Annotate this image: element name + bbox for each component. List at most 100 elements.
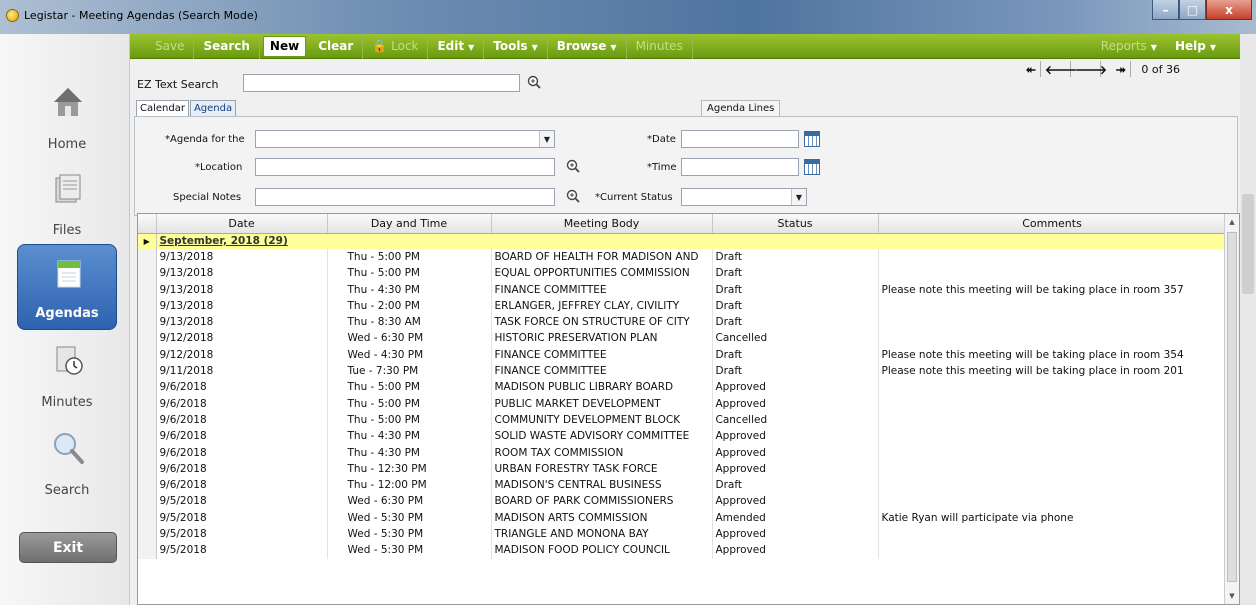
row-selector[interactable] xyxy=(138,281,157,299)
table-row[interactable]: 9/6/2018 Thu - 5:00 PM PUBLIC MARKET DEVEL… xyxy=(138,395,1227,413)
row-selector[interactable] xyxy=(138,526,157,543)
zoom-icon[interactable] xyxy=(566,189,580,203)
exit-button[interactable]: Exit xyxy=(19,532,117,563)
row-selector[interactable] xyxy=(138,314,157,331)
window-scrollbar[interactable] xyxy=(1240,34,1256,605)
browse-menu[interactable]: Browse ▼ xyxy=(548,33,627,59)
last-record-icon[interactable]: ⯮ xyxy=(1111,61,1132,77)
save-button[interactable]: Save xyxy=(146,33,195,59)
nav-agendas[interactable]: Agendas xyxy=(17,244,117,330)
table-row[interactable]: 9/13/2018 Thu - 5:00 PM BOARD OF HEALTH FO… xyxy=(138,249,1227,266)
scroll-up-icon[interactable]: ▲ xyxy=(1225,214,1239,230)
row-selector[interactable] xyxy=(138,542,157,559)
row-selector[interactable] xyxy=(138,363,157,380)
zoom-icon[interactable] xyxy=(527,75,541,89)
row-selector[interactable] xyxy=(138,477,157,494)
ez-search-input[interactable] xyxy=(243,74,520,92)
help-menu[interactable]: Help ▼ xyxy=(1166,34,1240,59)
reports-menu[interactable]: Reports ▼ xyxy=(1092,34,1166,59)
scroll-down-icon[interactable]: ▼ xyxy=(1225,588,1239,604)
row-selector[interactable] xyxy=(138,493,157,511)
row-selector[interactable] xyxy=(138,330,157,348)
chevron-down-icon[interactable]: ▼ xyxy=(539,131,554,147)
grid-scrollbar[interactable]: ▲ ▼ xyxy=(1224,214,1239,604)
table-row[interactable]: 9/6/2018 Thu - 5:00 PM MADISON PUBLIC LIBR… xyxy=(138,379,1227,396)
group-row[interactable]: ▶ September, 2018 (29) xyxy=(138,233,1227,250)
row-selector[interactable] xyxy=(138,510,157,527)
minimize-button[interactable]: – xyxy=(1152,0,1179,20)
clock-icon[interactable] xyxy=(804,159,820,175)
nav-minutes-label: Minutes xyxy=(41,395,93,410)
nav-files[interactable]: Files xyxy=(17,160,117,246)
column-header-meeting-body[interactable]: Meeting Body xyxy=(491,214,713,234)
table-row[interactable]: 9/11/2018 Tue - 7:30 PM FINANCE COMMITTEE D… xyxy=(138,363,1227,380)
row-selector[interactable] xyxy=(138,265,157,282)
group-label[interactable]: September, 2018 (29) xyxy=(156,233,1227,250)
cell-meeting-body: ROOM TAX COMMISSION xyxy=(491,444,713,462)
title-bar: Legistar - Meeting Agendas (Search Mode)… xyxy=(0,0,1256,34)
table-row[interactable]: 9/5/2018 Wed - 5:30 PM MADISON ARTS COMMIS… xyxy=(138,510,1227,527)
search-button[interactable]: Search xyxy=(194,33,260,59)
edit-menu[interactable]: Edit ▼ xyxy=(428,33,485,59)
table-row[interactable]: 9/13/2018 Thu - 5:00 PM EQUAL OPPORTUNITIE… xyxy=(138,265,1227,282)
table-row[interactable]: 9/13/2018 Thu - 2:00 PM ERLANGER, JEFFREY … xyxy=(138,298,1227,315)
table-row[interactable]: 9/6/2018 Thu - 5:00 PM COMMUNITY DEVELOPME… xyxy=(138,412,1227,429)
nav-search[interactable]: Search xyxy=(17,420,117,506)
column-header-date[interactable]: Date xyxy=(156,214,328,234)
location-input[interactable] xyxy=(255,158,555,176)
table-row[interactable]: 9/6/2018 Thu - 12:00 PM MADISON'S CENTRAL … xyxy=(138,477,1227,494)
special-notes-input[interactable] xyxy=(255,188,555,206)
tab-agenda[interactable]: Agenda xyxy=(189,100,237,116)
table-row[interactable]: 9/6/2018 Thu - 4:30 PM SOLID WASTE ADVISOR… xyxy=(138,428,1227,445)
clear-button[interactable]: Clear xyxy=(309,33,364,59)
table-row[interactable]: 9/12/2018 Wed - 6:30 PM HISTORIC PRESERVAT… xyxy=(138,330,1227,348)
nav-home[interactable]: Home xyxy=(17,74,117,160)
new-button[interactable]: New xyxy=(262,35,307,57)
table-row[interactable]: 9/13/2018 Thu - 4:30 PM FINANCE COMMITTEE D… xyxy=(138,281,1227,299)
column-header-day-time[interactable]: Day and Time xyxy=(327,214,492,234)
table-row[interactable]: 9/6/2018 Thu - 4:30 PM ROOM TAX COMMISSION… xyxy=(138,444,1227,462)
table-row[interactable]: 9/5/2018 Wed - 6:30 PM BOARD OF PARK COMMI… xyxy=(138,493,1227,511)
agenda-for-select[interactable]: ▼ xyxy=(255,130,555,148)
cell-date: 9/5/2018 xyxy=(156,493,328,511)
column-header-status[interactable]: Status xyxy=(712,214,879,234)
first-record-icon[interactable]: ⯬ xyxy=(1021,61,1042,77)
minutes-button[interactable]: Minutes xyxy=(627,33,693,59)
tab-agenda-lines[interactable]: Agenda Lines xyxy=(701,100,781,116)
column-header-comments[interactable]: Comments xyxy=(878,214,1227,234)
cell-meeting-body: HISTORIC PRESERVATION PLAN xyxy=(491,330,713,348)
chevron-down-icon[interactable]: ▼ xyxy=(791,189,806,205)
table-row[interactable]: 9/13/2018 Thu - 8:30 AM TASK FORCE ON STRU… xyxy=(138,314,1227,331)
window-scrollbar-thumb[interactable] xyxy=(1242,194,1254,294)
row-selector[interactable] xyxy=(138,412,157,429)
row-selector[interactable] xyxy=(138,428,157,445)
row-selector[interactable] xyxy=(138,347,157,364)
row-selector[interactable] xyxy=(138,395,157,413)
time-input[interactable] xyxy=(681,158,799,176)
next-record-icon[interactable]: 🡒 xyxy=(1075,61,1107,77)
cell-date: 9/13/2018 xyxy=(156,314,328,331)
tools-menu[interactable]: Tools ▼ xyxy=(484,33,548,59)
row-selector[interactable] xyxy=(138,461,157,478)
row-selector[interactable] xyxy=(138,249,157,266)
table-row[interactable]: 9/6/2018 Thu - 12:30 PM URBAN FORESTRY TAS… xyxy=(138,461,1227,478)
calendar-icon[interactable] xyxy=(804,131,820,147)
prev-record-icon[interactable]: 🡐 xyxy=(1045,61,1077,77)
row-selector[interactable] xyxy=(138,298,157,315)
grid-scrollbar-thumb[interactable] xyxy=(1227,232,1237,582)
agendas-icon xyxy=(57,260,81,288)
nav-minutes[interactable]: Minutes xyxy=(17,332,117,418)
current-status-select[interactable]: ▼ xyxy=(681,188,807,206)
tab-calendar[interactable]: Calendar xyxy=(136,100,189,116)
row-selector[interactable] xyxy=(138,444,157,462)
maximize-button[interactable]: □ xyxy=(1179,0,1206,20)
table-row[interactable]: 9/5/2018 Wed - 5:30 PM MADISON FOOD POLICY… xyxy=(138,542,1227,559)
cell-date: 9/13/2018 xyxy=(156,298,328,315)
table-row[interactable]: 9/5/2018 Wed - 5:30 PM TRIANGLE AND MONONA… xyxy=(138,526,1227,543)
zoom-icon[interactable] xyxy=(566,159,580,173)
date-input[interactable] xyxy=(681,130,799,148)
row-selector[interactable] xyxy=(138,379,157,396)
table-row[interactable]: 9/12/2018 Wed - 4:30 PM FINANCE COMMITTEE D… xyxy=(138,347,1227,364)
lock-button[interactable]: 🔒 Lock xyxy=(363,33,429,59)
close-button[interactable]: x xyxy=(1206,0,1252,20)
